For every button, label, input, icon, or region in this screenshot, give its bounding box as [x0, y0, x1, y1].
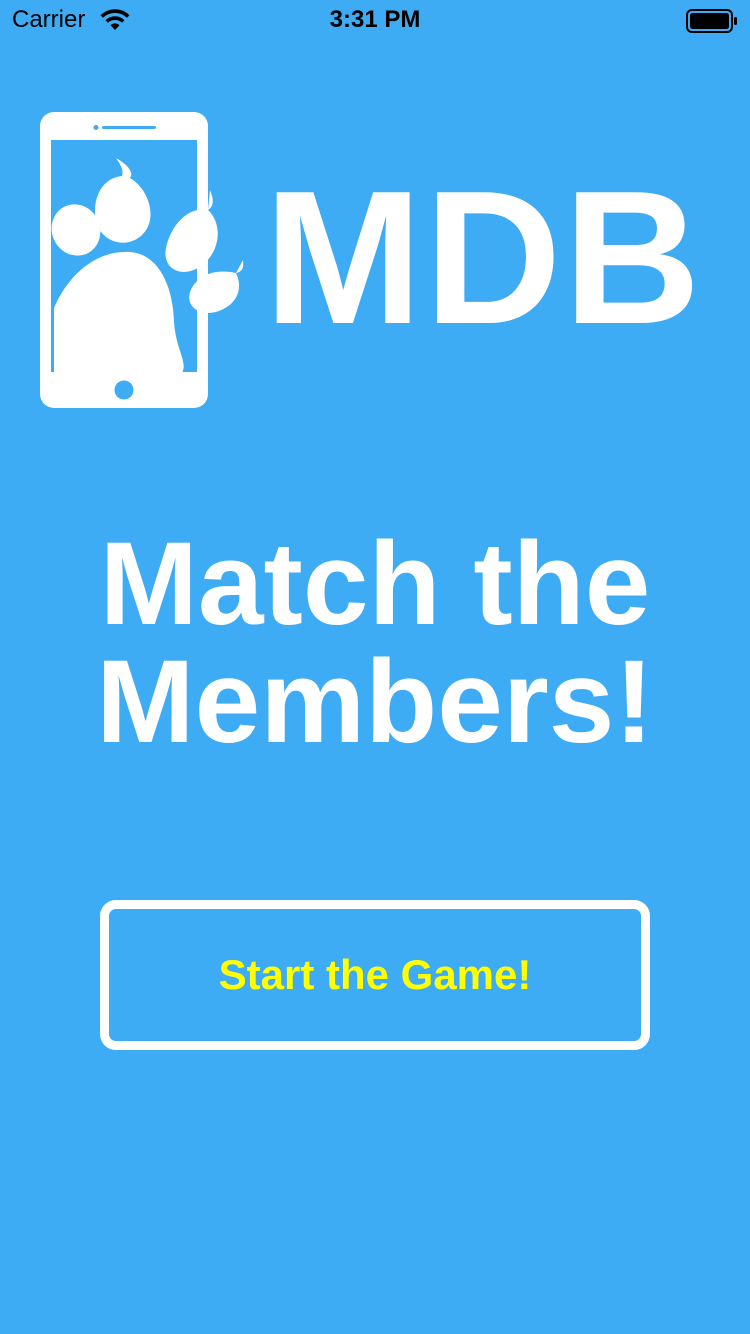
page-title: Match the Members! [0, 525, 750, 761]
battery-icon [686, 9, 737, 33]
mdb-logo: MDB [38, 110, 718, 410]
status-bar: Carrier 3:31 PM [0, 0, 750, 40]
phone-paw-icon [40, 112, 244, 408]
title-line-1: Match the [99, 518, 651, 650]
logo-wordmark: MDB [264, 152, 703, 364]
start-game-label: Start the Game! [218, 951, 532, 998]
start-game-button[interactable]: Start the Game! [100, 900, 650, 1050]
title-line-2: Members! [96, 636, 654, 768]
status-time: 3:31 PM [329, 6, 421, 33]
